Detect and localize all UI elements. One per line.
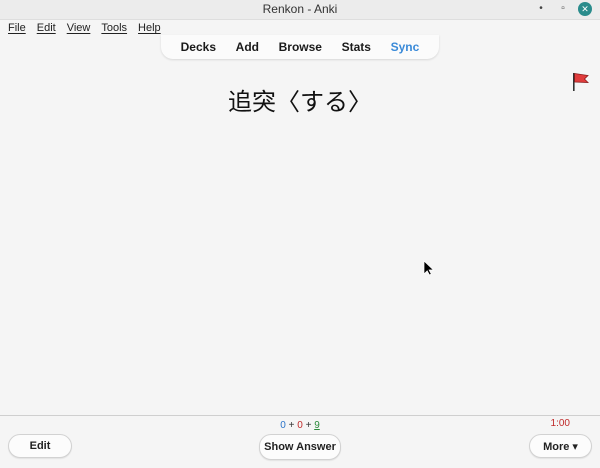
- menu-tools[interactable]: Tools: [101, 22, 127, 34]
- menu-file[interactable]: File: [8, 22, 26, 34]
- menu-bar: File Edit View Tools Help: [0, 20, 600, 36]
- window-titlebar: Renkon - Anki • ▫ ✕: [0, 0, 600, 20]
- count-separator: +: [288, 420, 295, 431]
- show-answer-button[interactable]: Show Answer: [259, 434, 341, 460]
- main-toolbar: Decks Add Browse Stats Sync: [161, 35, 439, 59]
- card-counts: 0 + 0 + 9: [0, 420, 600, 431]
- review-timer: 1:00: [550, 418, 570, 429]
- menu-view[interactable]: View: [67, 22, 91, 34]
- card-question: 追突〈する〉: [228, 88, 372, 116]
- window-controls: • ▫ ✕: [534, 2, 592, 16]
- menu-edit[interactable]: Edit: [37, 22, 56, 34]
- menu-help[interactable]: Help: [138, 22, 161, 34]
- edit-button[interactable]: Edit: [8, 434, 72, 458]
- toolbar-add[interactable]: Add: [236, 40, 259, 54]
- review-bottom-bar: 0 + 0 + 9 1:00 Edit Show Answer More ▾: [0, 415, 600, 468]
- review-count: 9: [314, 420, 320, 431]
- mouse-cursor-icon: [423, 260, 435, 276]
- window-title: Renkon - Anki: [262, 2, 338, 16]
- toolbar-browse[interactable]: Browse: [279, 40, 322, 54]
- toolbar-stats[interactable]: Stats: [342, 40, 371, 54]
- close-icon[interactable]: ✕: [578, 2, 592, 16]
- more-button[interactable]: More ▾: [529, 434, 592, 458]
- toolbar-decks[interactable]: Decks: [181, 40, 216, 54]
- maximize-icon[interactable]: ▫: [556, 2, 570, 16]
- toolbar-sync[interactable]: Sync: [391, 40, 420, 54]
- learn-count: 0: [297, 420, 303, 431]
- count-separator: +: [305, 420, 312, 431]
- minimize-icon[interactable]: •: [534, 2, 548, 16]
- new-count: 0: [280, 420, 286, 431]
